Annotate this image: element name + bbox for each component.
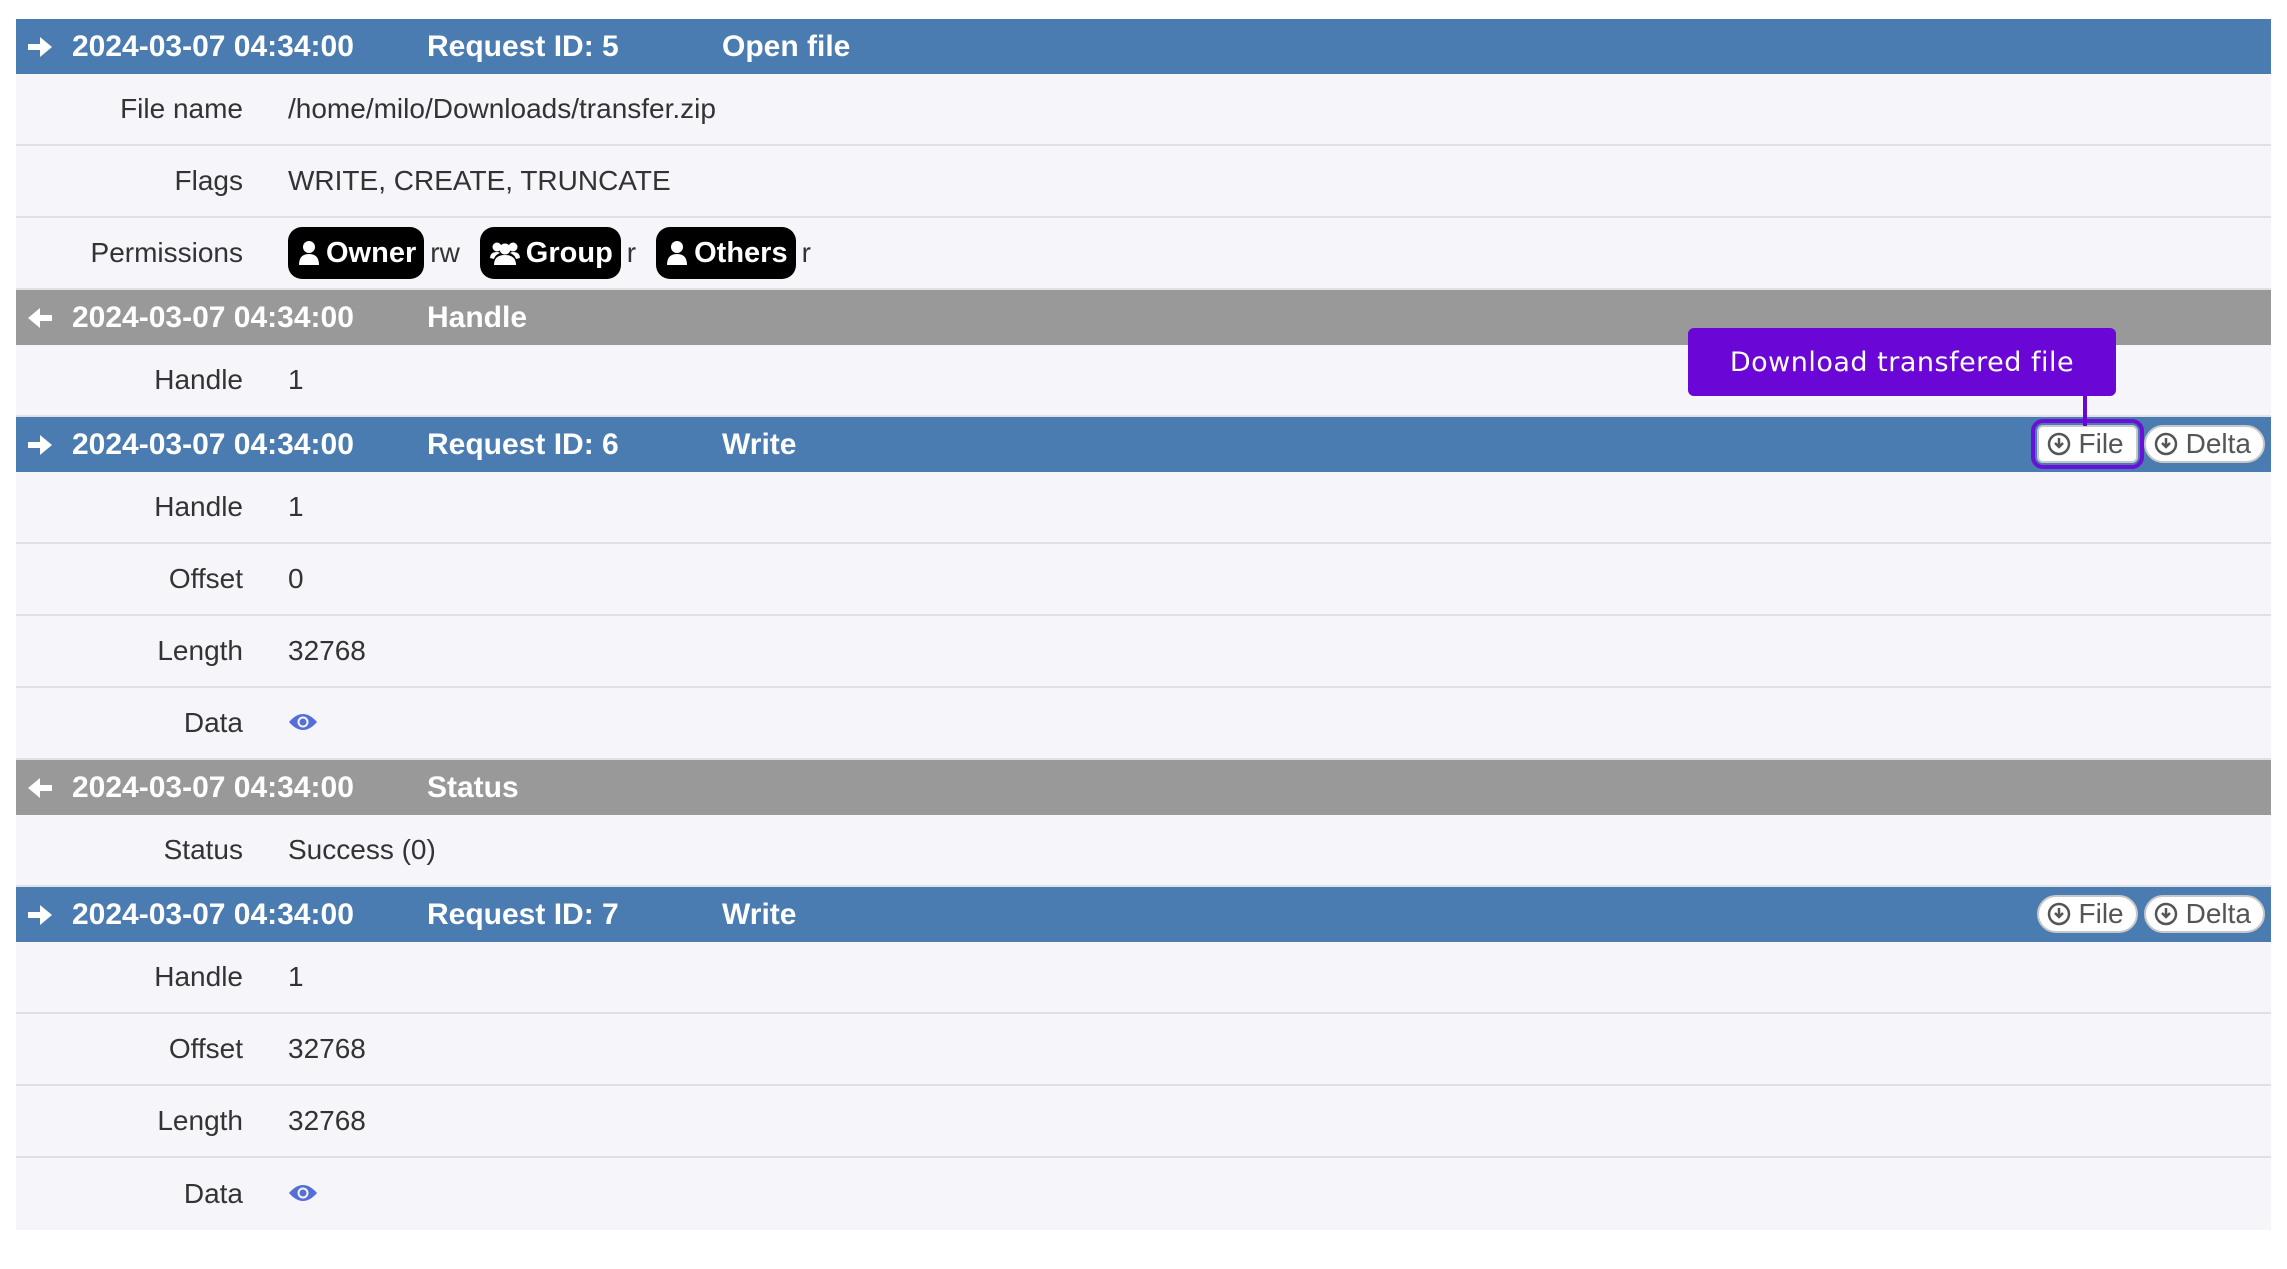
download-icon [2154, 902, 2177, 926]
arrow-right-icon [22, 901, 58, 929]
permission-who: Group [525, 236, 613, 269]
user-icon [299, 241, 319, 265]
field-value: 1 [288, 961, 304, 992]
field-value: /home/milo/Downloads/transfer.zip [288, 93, 716, 124]
arrow-right-icon [22, 33, 58, 61]
download-icon [2047, 902, 2070, 926]
field-label: File name [120, 93, 243, 124]
field-row: File name /home/milo/Downloads/transfer.… [16, 74, 2271, 146]
arrow-right-icon [22, 431, 58, 459]
message-log: 2024-03-07 04:34:00 Request ID: 5 Open f… [16, 19, 2271, 1230]
download-delta-button[interactable]: Delta [2143, 895, 2265, 933]
field-row: Offset 0 [16, 544, 2271, 616]
request-id: Request ID: 7 [427, 897, 619, 931]
download-delta-button[interactable]: Delta [2143, 425, 2265, 463]
field-label: Length [157, 635, 243, 666]
field-value: WRITE, CREATE, TRUNCATE [288, 165, 671, 196]
download-buttons: File Delta [2036, 895, 2265, 933]
operation: Status [427, 770, 519, 804]
field-label: Permissions [90, 237, 243, 268]
field-row: Length 32768 [16, 1086, 2271, 1158]
field-label: Offset [168, 563, 243, 594]
field-row: Flags WRITE, CREATE, TRUNCATE [16, 146, 2271, 218]
request-header: 2024-03-07 04:34:00 Request ID: 7 Write … [16, 887, 2271, 942]
permission-badge-group: Group [479, 227, 621, 279]
download-file-button[interactable]: File [2036, 895, 2138, 933]
button-label: Delta [2185, 898, 2251, 929]
permission-mode: r [626, 237, 637, 268]
field-row: Data [16, 688, 2271, 760]
button-label: File [2078, 428, 2124, 459]
arrow-left-icon [22, 774, 58, 802]
field-value: 32768 [288, 635, 366, 666]
download-buttons: File Delta [2030, 419, 2265, 469]
download-icon [2047, 432, 2070, 456]
timestamp: 2024-03-07 04:34:00 [72, 427, 354, 461]
timestamp: 2024-03-07 04:34:00 [72, 897, 354, 931]
operation: Write [722, 897, 797, 931]
field-value: 1 [288, 491, 304, 522]
permission-mode: rw [430, 237, 460, 268]
permission-who: Others [694, 236, 788, 269]
timestamp: 2024-03-07 04:34:00 [72, 770, 354, 804]
field-value: 32768 [288, 1105, 366, 1136]
download-file-button[interactable]: File [2030, 419, 2144, 469]
field-value: Success (0) [288, 834, 436, 865]
request-header: 2024-03-07 04:34:00 Request ID: 6 Write … [16, 417, 2271, 472]
field-label: Handle [154, 364, 243, 395]
operation: Handle [427, 300, 528, 334]
timestamp: 2024-03-07 04:34:00 [72, 29, 354, 63]
field-label: Handle [154, 961, 243, 992]
field-label: Handle [154, 491, 243, 522]
field-row: Handle 1 [16, 472, 2271, 544]
permission-badge-others: Others [656, 227, 796, 279]
field-value: 0 [288, 563, 304, 594]
permissions: Owner rw Group r Others r [288, 227, 831, 279]
field-row: Offset 32768 [16, 1014, 2271, 1086]
users-icon [489, 242, 520, 265]
operation: Write [722, 427, 797, 461]
request-id: Request ID: 5 [427, 29, 619, 63]
operation: Open file [722, 29, 851, 63]
download-icon [2154, 432, 2177, 456]
field-label: Status [163, 834, 243, 865]
field-label: Flags [174, 165, 243, 196]
field-label: Data [183, 1178, 243, 1209]
field-label: Offset [168, 1033, 243, 1064]
permission-mode: r [801, 237, 811, 268]
field-row: Length 32768 [16, 616, 2271, 688]
permission-badge-owner: Owner [288, 227, 425, 279]
button-label: Delta [2185, 428, 2251, 459]
eye-icon[interactable] [288, 1178, 318, 1210]
arrow-left-icon [22, 304, 58, 332]
field-row: Permissions Owner rw Group r Others r [16, 218, 2271, 290]
permission-who: Owner [326, 236, 417, 269]
field-row: Data [16, 1158, 2271, 1230]
field-value: 32768 [288, 1033, 366, 1064]
download-tooltip: Download transfered file [1688, 328, 2116, 396]
field-label: Data [183, 707, 243, 738]
user-icon [667, 241, 688, 265]
response-header: 2024-03-07 04:34:00 Status [16, 760, 2271, 815]
field-value: 1 [288, 364, 304, 395]
tooltip-connector [2083, 396, 2087, 426]
request-id: Request ID: 6 [427, 427, 619, 461]
request-header: 2024-03-07 04:34:00 Request ID: 5 Open f… [16, 19, 2271, 74]
field-row: Handle 1 [16, 942, 2271, 1014]
button-label: File [2078, 898, 2124, 929]
timestamp: 2024-03-07 04:34:00 [72, 300, 354, 334]
field-row: Status Success (0) [16, 815, 2271, 887]
eye-icon[interactable] [288, 707, 318, 739]
field-label: Length [157, 1105, 243, 1136]
